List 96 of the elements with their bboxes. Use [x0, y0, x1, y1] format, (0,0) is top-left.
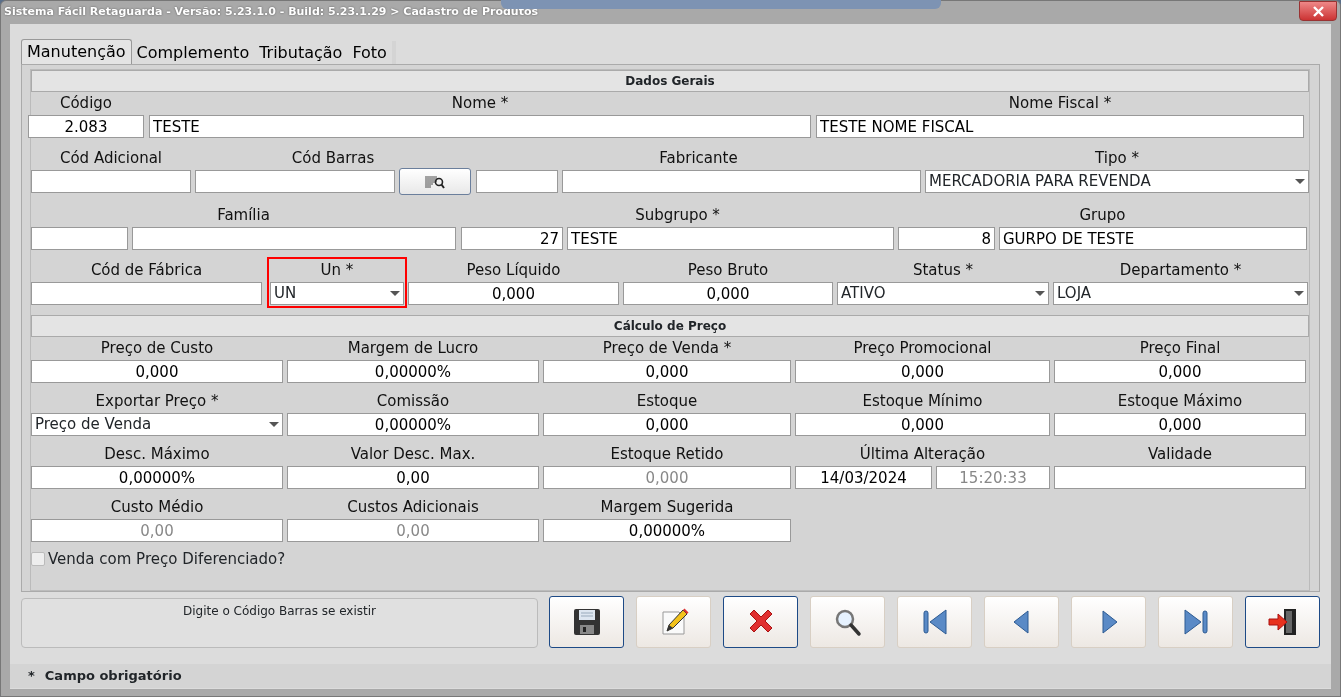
text-field[interactable] — [31, 170, 191, 193]
dropdown[interactable]: MERCADORIA PARA REVENDA — [925, 170, 1309, 193]
text-field[interactable]: 0,00000% — [31, 466, 283, 489]
text-field[interactable]: TESTE — [567, 227, 894, 250]
field-label: Preço de Custo — [99, 338, 215, 359]
text-field[interactable] — [562, 170, 921, 193]
text-field[interactable]: 8 — [898, 227, 995, 250]
text-field[interactable]: TESTE — [149, 115, 811, 138]
section-header: Cálculo de Preço — [31, 315, 1309, 337]
text-field[interactable]: 0,00 — [287, 466, 539, 489]
text-field[interactable] — [31, 227, 128, 250]
text-field[interactable] — [476, 170, 558, 193]
footer-note: Campo obrigatório — [44, 667, 182, 686]
text-field[interactable]: 0,000 — [1054, 413, 1306, 436]
text-field[interactable]: 0,000 — [31, 360, 283, 383]
text-field[interactable] — [132, 227, 456, 250]
search-button[interactable] — [810, 596, 885, 648]
text-field[interactable]: 14/03/2024 — [795, 466, 932, 489]
field-label: Cód Barras — [290, 148, 376, 169]
dropdown[interactable]: Preço de Venda — [31, 413, 283, 436]
text-field[interactable]: 0,000 — [795, 360, 1050, 383]
text-field[interactable]: 2.083 — [28, 115, 144, 138]
field-label: Subgrupo * — [634, 205, 721, 226]
field-label: Nome * — [450, 93, 510, 114]
field-label: Valor Desc. Max. — [349, 444, 477, 465]
field-label: Tipo * — [1094, 148, 1140, 169]
next-button[interactable] — [1071, 596, 1146, 648]
field-label: Desc. Máximo — [103, 444, 211, 465]
dropdown-arrow-icon — [269, 422, 279, 427]
field-label: Validade — [1146, 444, 1214, 465]
field-label: Preço Final — [1138, 338, 1222, 359]
dropdown-arrow-icon — [1295, 179, 1305, 184]
field-label: Preço de Venda * — [601, 338, 733, 359]
text-field[interactable]: 0,000 — [1054, 360, 1306, 383]
field-label: Grupo — [1078, 205, 1127, 226]
text-field[interactable]: 0,000 — [543, 413, 791, 436]
text-field[interactable]: 0,00000% — [543, 519, 791, 542]
field-label: Un * — [319, 260, 355, 281]
dropdown-arrow-icon — [1035, 291, 1045, 296]
text-field[interactable]: GURPO DE TESTE — [999, 227, 1307, 250]
field-label: Peso Bruto — [686, 260, 770, 281]
dropdown-arrow-icon — [1294, 291, 1304, 296]
status-message: Digite o Código Barras se existir — [21, 598, 538, 648]
required-mark: * — [28, 667, 35, 686]
exit-button[interactable] — [1245, 596, 1320, 648]
field-label: Cód Adicional — [58, 148, 164, 169]
field-label: Custos Adicionais — [346, 497, 480, 518]
last-button[interactable] — [1158, 596, 1233, 648]
window-title: Sistema Fácil Retaguarda - Versão: 5.23.1.0 - Build: 5.23.1.29 > Cadastro de Produtos — [4, 4, 538, 21]
section-header: Dados Gerais — [31, 70, 1309, 92]
tab[interactable]: Manutenção — [21, 39, 132, 64]
field-label: Custo Médio — [109, 497, 205, 518]
close-icon — [1312, 5, 1324, 17]
field-label: Estoque Retido — [609, 444, 725, 465]
field-label: Margem de Lucro — [346, 338, 480, 359]
checkbox-label: Venda com Preço Diferenciado? — [48, 549, 286, 570]
exit-door-icon — [1266, 606, 1299, 638]
delete-button[interactable] — [723, 596, 798, 648]
field-label: Estoque Mínimo — [861, 391, 984, 412]
edit-button[interactable] — [636, 596, 711, 648]
text-field[interactable]: 0,000 — [408, 282, 619, 305]
field-label: Cód de Fábrica — [89, 260, 204, 281]
field-label: Exportar Preço * — [94, 391, 220, 412]
checkbox[interactable] — [31, 552, 45, 567]
text-field[interactable]: 0,00000% — [287, 413, 539, 436]
field-label: Peso Líquido — [465, 260, 562, 281]
field-label: Última Alteração — [858, 444, 987, 465]
text-field[interactable]: 0,000 — [623, 282, 833, 305]
dropdown[interactable]: LOJA — [1053, 282, 1308, 305]
field-label: Nome Fiscal * — [1007, 93, 1113, 114]
text-field[interactable] — [31, 282, 262, 305]
close-button[interactable] — [1299, 1, 1337, 21]
field-label: Código — [58, 93, 113, 114]
field-label: Estoque Máximo — [1116, 391, 1244, 412]
field-label: Fabricante — [658, 148, 739, 169]
text-field[interactable]: 0,00000% — [287, 360, 539, 383]
text-field[interactable]: 27 — [461, 227, 563, 250]
save-button[interactable] — [549, 596, 624, 648]
field-label: Margem Sugerida — [599, 497, 735, 518]
first-button[interactable] — [897, 596, 972, 648]
text-field[interactable]: TESTE NOME FISCAL — [816, 115, 1304, 138]
barcode-search-button[interactable] — [399, 168, 471, 195]
text-field[interactable] — [195, 170, 395, 193]
dropdown[interactable]: ATIVO — [837, 282, 1049, 305]
field-label: Comissão — [375, 391, 451, 412]
text-field[interactable]: 0,000 — [795, 413, 1050, 436]
field-label: Departamento * — [1118, 260, 1243, 281]
text-field[interactable] — [1054, 466, 1306, 489]
dropdown[interactable]: UN — [270, 282, 404, 305]
previous-button[interactable] — [984, 596, 1059, 648]
dropdown-arrow-icon — [390, 291, 400, 296]
text-field[interactable]: 0,000 — [543, 360, 791, 383]
field-label: Estoque — [635, 391, 699, 412]
field-label: Família — [216, 205, 271, 226]
field-label: Status * — [911, 260, 975, 281]
field-label: Preço Promocional — [852, 338, 993, 359]
